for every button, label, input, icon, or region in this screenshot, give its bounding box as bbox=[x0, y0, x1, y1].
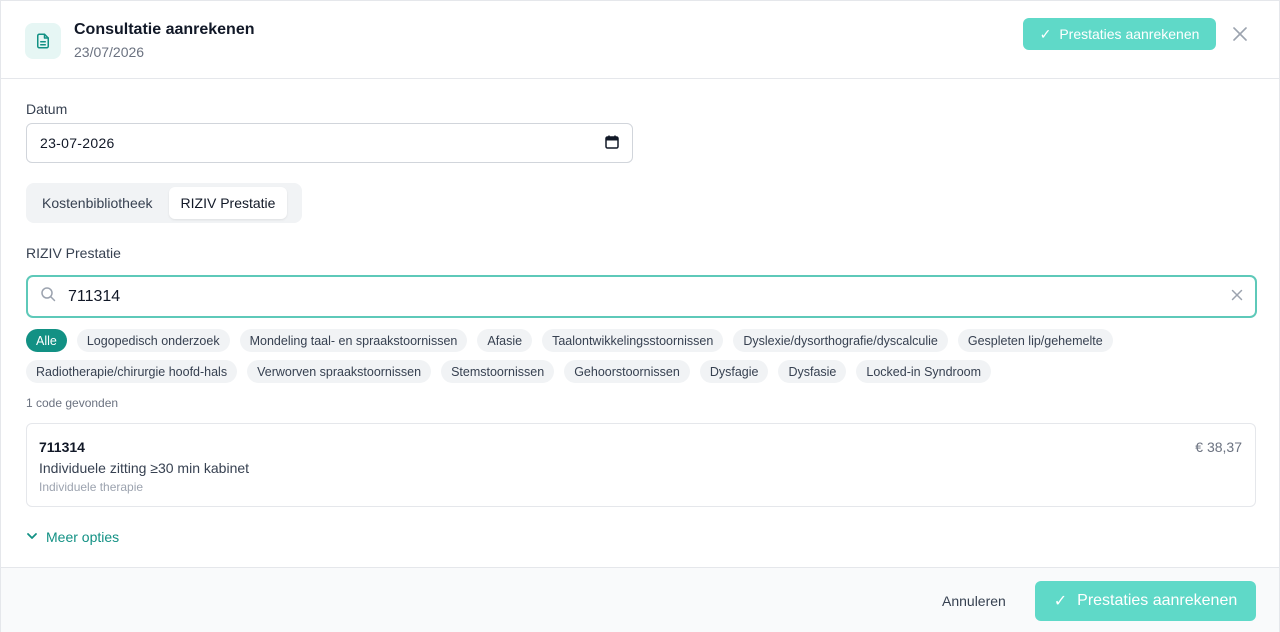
filter-chip[interactable]: Gespleten lip/gehemelte bbox=[957, 329, 1113, 352]
dialog-header: Consultatie aanrekenen 23/07/2026 ✓ Pres… bbox=[1, 1, 1279, 79]
source-tabs: Kostenbibliotheek RIZIV Prestatie bbox=[26, 183, 302, 223]
search-value: 711314 bbox=[68, 287, 121, 305]
filter-chips: Alle Logopedisch onderzoek Mondeling taa… bbox=[26, 329, 1266, 391]
header-submit-label: Prestaties aanrekenen bbox=[1059, 26, 1200, 42]
filter-chip[interactable]: Locked-in Syndroom bbox=[856, 360, 992, 383]
date-label: Datum bbox=[26, 101, 68, 117]
calendar-icon[interactable] bbox=[605, 135, 619, 152]
riziv-search-input[interactable]: 711314 bbox=[26, 275, 1257, 318]
result-count: 1 code gevonden bbox=[26, 396, 119, 410]
dialog-footer: Annuleren ✓ Prestaties aanrekenen bbox=[1, 567, 1279, 632]
riziv-label: RIZIV Prestatie bbox=[26, 245, 121, 261]
check-icon: ✓ bbox=[1039, 25, 1052, 42]
more-options-label: Meer opties bbox=[46, 529, 120, 545]
filter-chip-alle[interactable]: Alle bbox=[26, 329, 67, 352]
result-code: 711314 bbox=[39, 439, 85, 455]
filter-chip[interactable]: Gehoorstoornissen bbox=[564, 360, 690, 383]
filter-chip-row: Radiotherapie/chirurgie hoofd-hals Verwo… bbox=[26, 360, 1266, 383]
search-icon bbox=[40, 286, 56, 307]
check-icon: ✓ bbox=[1053, 593, 1068, 610]
filter-chip[interactable]: Verworven spraakstoornissen bbox=[247, 360, 432, 383]
filter-chip[interactable]: Dysfagie bbox=[699, 360, 769, 383]
submit-label: Prestaties aanrekenen bbox=[1077, 592, 1238, 609]
filter-chip[interactable]: Radiotherapie/chirurgie hoofd-hals bbox=[26, 360, 238, 383]
header-submit-button[interactable]: ✓ Prestaties aanrekenen bbox=[1023, 18, 1216, 50]
result-price: € 38,37 bbox=[1195, 439, 1242, 455]
cancel-button[interactable]: Annuleren bbox=[929, 589, 1019, 613]
document-icon bbox=[25, 23, 61, 59]
dialog-date: 23/07/2026 bbox=[74, 44, 145, 60]
filter-chip[interactable]: Logopedisch onderzoek bbox=[76, 329, 230, 352]
close-icon[interactable] bbox=[1229, 23, 1251, 45]
filter-chip[interactable]: Afasie bbox=[477, 329, 533, 352]
filter-chip[interactable]: Stemstoornissen bbox=[441, 360, 555, 383]
date-value: 23-07-2026 bbox=[40, 135, 115, 151]
tab-riziv-prestatie[interactable]: RIZIV Prestatie bbox=[168, 187, 288, 219]
clear-icon[interactable] bbox=[1231, 288, 1243, 306]
submit-button[interactable]: ✓ Prestaties aanrekenen bbox=[1035, 581, 1256, 621]
result-category: Individuele therapie bbox=[39, 480, 144, 494]
filter-chip[interactable]: Taalontwikkelingsstoornissen bbox=[542, 329, 724, 352]
dialog-title: Consultatie aanrekenen bbox=[74, 21, 255, 38]
result-item[interactable]: 711314 Individuele zitting ≥30 min kabin… bbox=[26, 423, 1256, 507]
more-options-toggle[interactable]: Meer opties bbox=[26, 529, 119, 545]
tab-kostenbibliotheek[interactable]: Kostenbibliotheek bbox=[30, 187, 165, 219]
filter-chip[interactable]: Dyslexie/dysorthografie/dyscalculie bbox=[733, 329, 948, 352]
date-input[interactable]: 23-07-2026 bbox=[26, 123, 633, 163]
filter-chip[interactable]: Mondeling taal- en spraakstoornissen bbox=[239, 329, 468, 352]
filter-chip-row: Alle Logopedisch onderzoek Mondeling taa… bbox=[26, 329, 1266, 352]
result-description: Individuele zitting ≥30 min kabinet bbox=[39, 460, 250, 476]
chevron-down-icon bbox=[26, 529, 38, 545]
filter-chip[interactable]: Dysfasie bbox=[778, 360, 847, 383]
dialog: Consultatie aanrekenen 23/07/2026 ✓ Pres… bbox=[0, 0, 1280, 632]
